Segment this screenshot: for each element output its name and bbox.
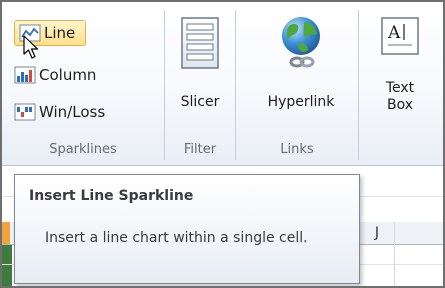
sparkline-winloss-button[interactable]: Win/Loss: [14, 99, 105, 125]
filter-group-label: Filter: [183, 142, 217, 157]
group-separator: [358, 10, 359, 160]
hyperlink-button[interactable]: Hyperlink: [252, 14, 350, 111]
row-cell-strip: [2, 245, 12, 286]
gridline: [394, 222, 395, 286]
slicer-button[interactable]: Slicer: [172, 14, 228, 111]
sparkline-column-label: Column: [39, 66, 97, 84]
tooltip-title: Insert Line Sparkline: [29, 188, 194, 204]
slicer-icon: [181, 17, 219, 69]
text-box-label-line2: Box: [386, 97, 414, 113]
selected-column-header[interactable]: [2, 222, 10, 244]
svg-text:A: A: [387, 23, 401, 43]
text-box-button[interactable]: A Text Box: [368, 14, 432, 114]
sparkline-column-button[interactable]: Column: [14, 62, 96, 88]
group-separator: [235, 10, 236, 160]
sparkline-line-label: Line: [44, 24, 76, 42]
column-sparkline-icon: [14, 66, 36, 84]
text-box-label-line1: Text: [385, 80, 415, 96]
hyperlink-globe-icon: [282, 17, 320, 68]
text-box-icon: A: [381, 17, 419, 55]
slicer-label: Slicer: [180, 94, 220, 110]
insert-ribbon: Line Column Win/Loss Sparklines Slicer F…: [2, 2, 443, 166]
links-group-label: Links: [280, 142, 314, 157]
insert-line-sparkline-tooltip: Insert Line Sparkline Insert a line char…: [14, 174, 360, 284]
mouse-pointer-icon: [23, 35, 39, 59]
excel-window: Line Column Win/Loss Sparklines Slicer F…: [2, 2, 443, 286]
tooltip-description: Insert a line chart within a single cell…: [45, 230, 308, 246]
group-separator: [164, 10, 165, 160]
sparklines-group-label: Sparklines: [49, 142, 117, 157]
column-header-j[interactable]: J: [360, 222, 394, 244]
hyperlink-label: Hyperlink: [267, 94, 335, 110]
sparkline-winloss-label: Win/Loss: [39, 103, 106, 121]
winloss-sparkline-icon: [14, 103, 36, 121]
